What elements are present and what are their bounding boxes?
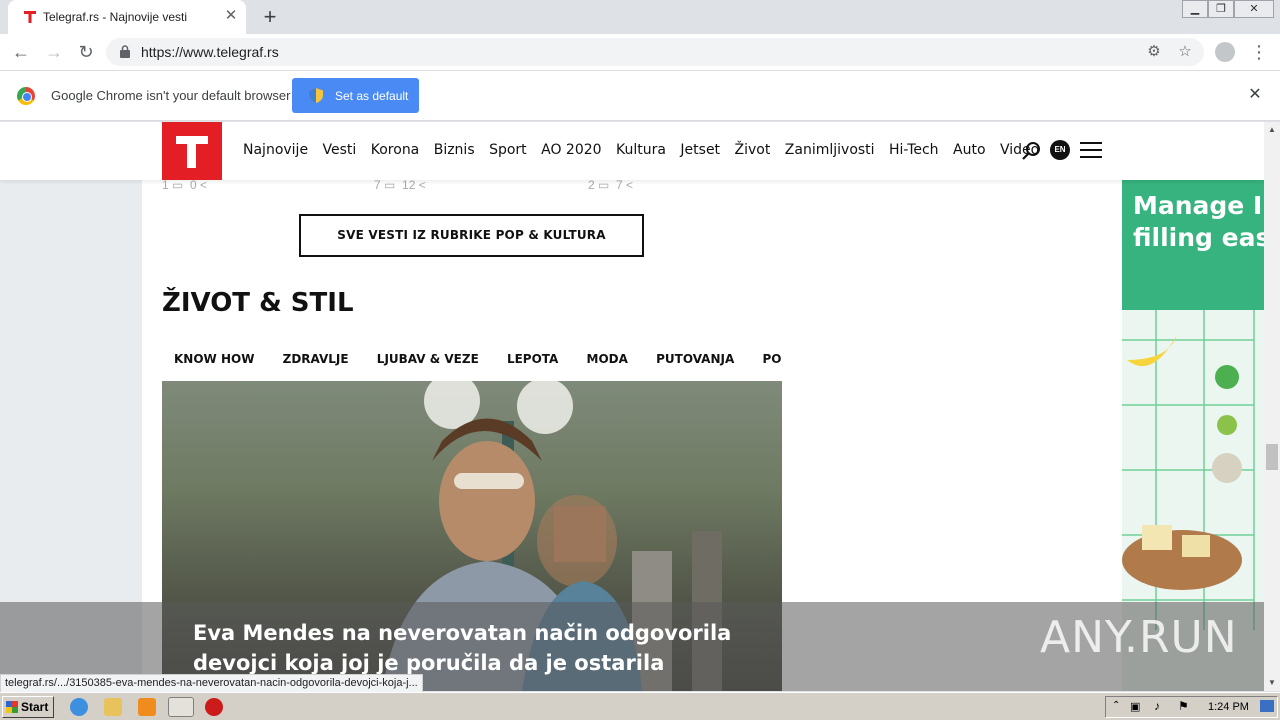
back-arrow-icon[interactable]: ← xyxy=(9,40,33,64)
window-close-icon[interactable]: ✕ xyxy=(1234,0,1274,18)
subnav-item-ljubav-veze[interactable]: LJUBAV & VEZE xyxy=(377,352,479,366)
reload-icon[interactable]: ↻ xyxy=(74,40,98,64)
chrome-taskbar-icon[interactable] xyxy=(168,697,194,717)
nav-item-auto[interactable]: Auto xyxy=(953,142,986,158)
windows-flag-icon xyxy=(6,701,18,713)
minimize-icon[interactable]: ▁ xyxy=(1182,0,1208,18)
explorer-folder-icon[interactable] xyxy=(104,698,122,716)
share-count: 12 xyxy=(402,178,416,192)
nav-item-zivot[interactable]: Život xyxy=(735,142,771,158)
subnav-item-know-how[interactable]: KNOW HOW xyxy=(174,352,254,366)
infobar-close-icon[interactable]: ✕ xyxy=(1246,86,1264,104)
tab-strip: Telegraf.rs - Najnovije vesti ✕ + ▁ ❐ ✕ xyxy=(0,0,1280,34)
nav-item-najnovije[interactable]: Najnovije xyxy=(243,142,308,158)
telegraf-favicon-icon xyxy=(24,11,36,23)
search-icon[interactable] xyxy=(1021,141,1041,161)
section-subnav: KNOW HOW ZDRAVLJE LJUBAV & VEZE LEPOTA M… xyxy=(162,352,782,370)
windows-taskbar: Start ⌃ ▣ ♪ ⚑ 1:24 PM xyxy=(0,692,1280,720)
system-tray: ⌃ ▣ ♪ ⚑ xyxy=(1105,696,1278,718)
hero-title-line1: Eva Mendes na neverovatan način odgovori… xyxy=(193,621,732,645)
browser-toolbar: ← → ↻ https://www.telegraf.rs ⚙ ☆ ⋮ xyxy=(0,34,1280,70)
volume-icon[interactable]: ♪ xyxy=(1154,699,1160,713)
telegraf-logo[interactable] xyxy=(162,122,222,180)
tab-close-icon[interactable]: ✕ xyxy=(222,7,240,25)
telegraf-t-icon xyxy=(176,136,208,168)
subnav-item-moda[interactable]: MODA xyxy=(587,352,628,366)
nav-item-hi-tech[interactable]: Hi-Tech xyxy=(889,142,939,158)
more-pop-kultura-button[interactable]: SVE VESTI IZ RUBRIKE POP & KULTURA xyxy=(299,214,644,257)
ad-banner-top: Manage I filling eas xyxy=(1122,180,1264,310)
opera-icon[interactable] xyxy=(205,698,223,716)
subnav-item-lepota[interactable]: LEPOTA xyxy=(507,352,558,366)
restore-icon[interactable]: ❐ xyxy=(1208,0,1234,18)
translate-icon[interactable]: ⚙ xyxy=(1145,43,1163,61)
bookmark-star-icon[interactable]: ☆ xyxy=(1176,43,1194,61)
nav-item-korona[interactable]: Korona xyxy=(371,142,420,158)
uac-shield-icon xyxy=(309,88,323,103)
new-tab-icon[interactable]: + xyxy=(258,5,282,29)
taskbar-clock: 1:24 PM xyxy=(1208,701,1249,713)
anyrun-watermark: ANY.RUN xyxy=(1040,612,1238,663)
ad-headline-line1: Manage I xyxy=(1133,191,1263,220)
tab-title: Telegraf.rs - Najnovije vesti xyxy=(43,10,188,24)
ad-headline: Manage I filling eas xyxy=(1133,190,1264,254)
infobar-message: Google Chrome isn't your default browser xyxy=(51,88,291,103)
status-bar-url: telegraf.rs/.../3150385-eva-mendes-na-ne… xyxy=(0,674,423,693)
nav-item-sport[interactable]: Sport xyxy=(489,142,527,158)
article-meta: 2 ▭ 7 < xyxy=(588,178,634,192)
article-meta: 7 ▭ 12 < xyxy=(374,178,426,192)
subnav-item-putovanja[interactable]: PUTOVANJA xyxy=(656,352,734,366)
scroll-down-icon[interactable]: ▼ xyxy=(1264,675,1280,691)
nav-item-jetset[interactable]: Jetset xyxy=(680,142,720,158)
set-as-default-label: Set as default xyxy=(335,89,409,103)
browser-tab[interactable]: Telegraf.rs - Najnovije vesti ✕ xyxy=(8,0,246,34)
flag-tray-icon[interactable]: ⚑ xyxy=(1178,699,1189,713)
chrome-logo-icon xyxy=(17,87,35,105)
default-browser-infobar: Google Chrome isn't your default browser… xyxy=(0,70,1280,121)
hero-article-title[interactable]: Eva Mendes na neverovatan način odgovori… xyxy=(193,618,783,678)
comment-count: 2 xyxy=(588,178,595,192)
main-nav: Najnovije Vesti Korona Biznis Sport AO 2… xyxy=(243,142,1049,158)
ad-headline-line2: filling eas xyxy=(1133,223,1264,252)
chrome-menu-icon[interactable]: ⋮ xyxy=(1250,40,1268,64)
share-count: 0 xyxy=(190,178,197,192)
ie-icon[interactable] xyxy=(70,698,88,716)
start-label: Start xyxy=(21,700,49,714)
article-meta: 1 ▭ 0 < xyxy=(162,178,208,192)
start-button[interactable]: Start xyxy=(2,696,54,718)
scroll-thumb[interactable] xyxy=(1266,444,1278,470)
comment-count: 1 xyxy=(162,178,169,192)
subnav-item-zdravlje[interactable]: ZDRAVLJE xyxy=(283,352,349,366)
lock-icon xyxy=(120,45,130,58)
address-bar[interactable]: https://www.telegraf.rs ⚙ ☆ xyxy=(106,38,1204,66)
network-icon[interactable]: ▣ xyxy=(1130,700,1140,713)
forward-arrow-icon[interactable]: → xyxy=(42,40,66,64)
nav-item-ao-2020[interactable]: AO 2020 xyxy=(541,142,601,158)
nav-item-biznis[interactable]: Biznis xyxy=(434,142,475,158)
url-text: https://www.telegraf.rs xyxy=(141,44,279,60)
profile-avatar[interactable] xyxy=(1215,42,1235,62)
page-viewport: 1 ▭ 0 < 7 ▭ 12 < 2 ▭ 7 < SVE VESTI IZ RU… xyxy=(0,122,1264,691)
section-title: ŽIVOT & STIL xyxy=(162,288,354,318)
tray-expand-icon[interactable]: ⌃ xyxy=(1112,700,1120,711)
site-header: Najnovije Vesti Korona Biznis Sport AO 2… xyxy=(0,122,1264,180)
language-switch-en[interactable]: EN xyxy=(1050,140,1070,160)
share-count: 7 xyxy=(616,178,623,192)
scroll-up-icon[interactable]: ▲ xyxy=(1264,122,1280,138)
nav-item-kultura[interactable]: Kultura xyxy=(616,142,666,158)
set-as-default-button[interactable]: Set as default xyxy=(292,78,419,113)
comment-count: 7 xyxy=(374,178,381,192)
hamburger-menu-icon[interactable] xyxy=(1080,142,1102,158)
nav-item-zanimljivosti[interactable]: Zanimljivosti xyxy=(785,142,875,158)
nav-item-vesti[interactable]: Vesti xyxy=(323,142,357,158)
subnav-item-porodica[interactable]: PORODICA xyxy=(762,352,782,366)
page-scrollbar[interactable]: ▲ ▼ xyxy=(1264,122,1280,691)
media-player-icon[interactable] xyxy=(138,698,156,716)
show-desktop-icon[interactable] xyxy=(1260,700,1274,712)
